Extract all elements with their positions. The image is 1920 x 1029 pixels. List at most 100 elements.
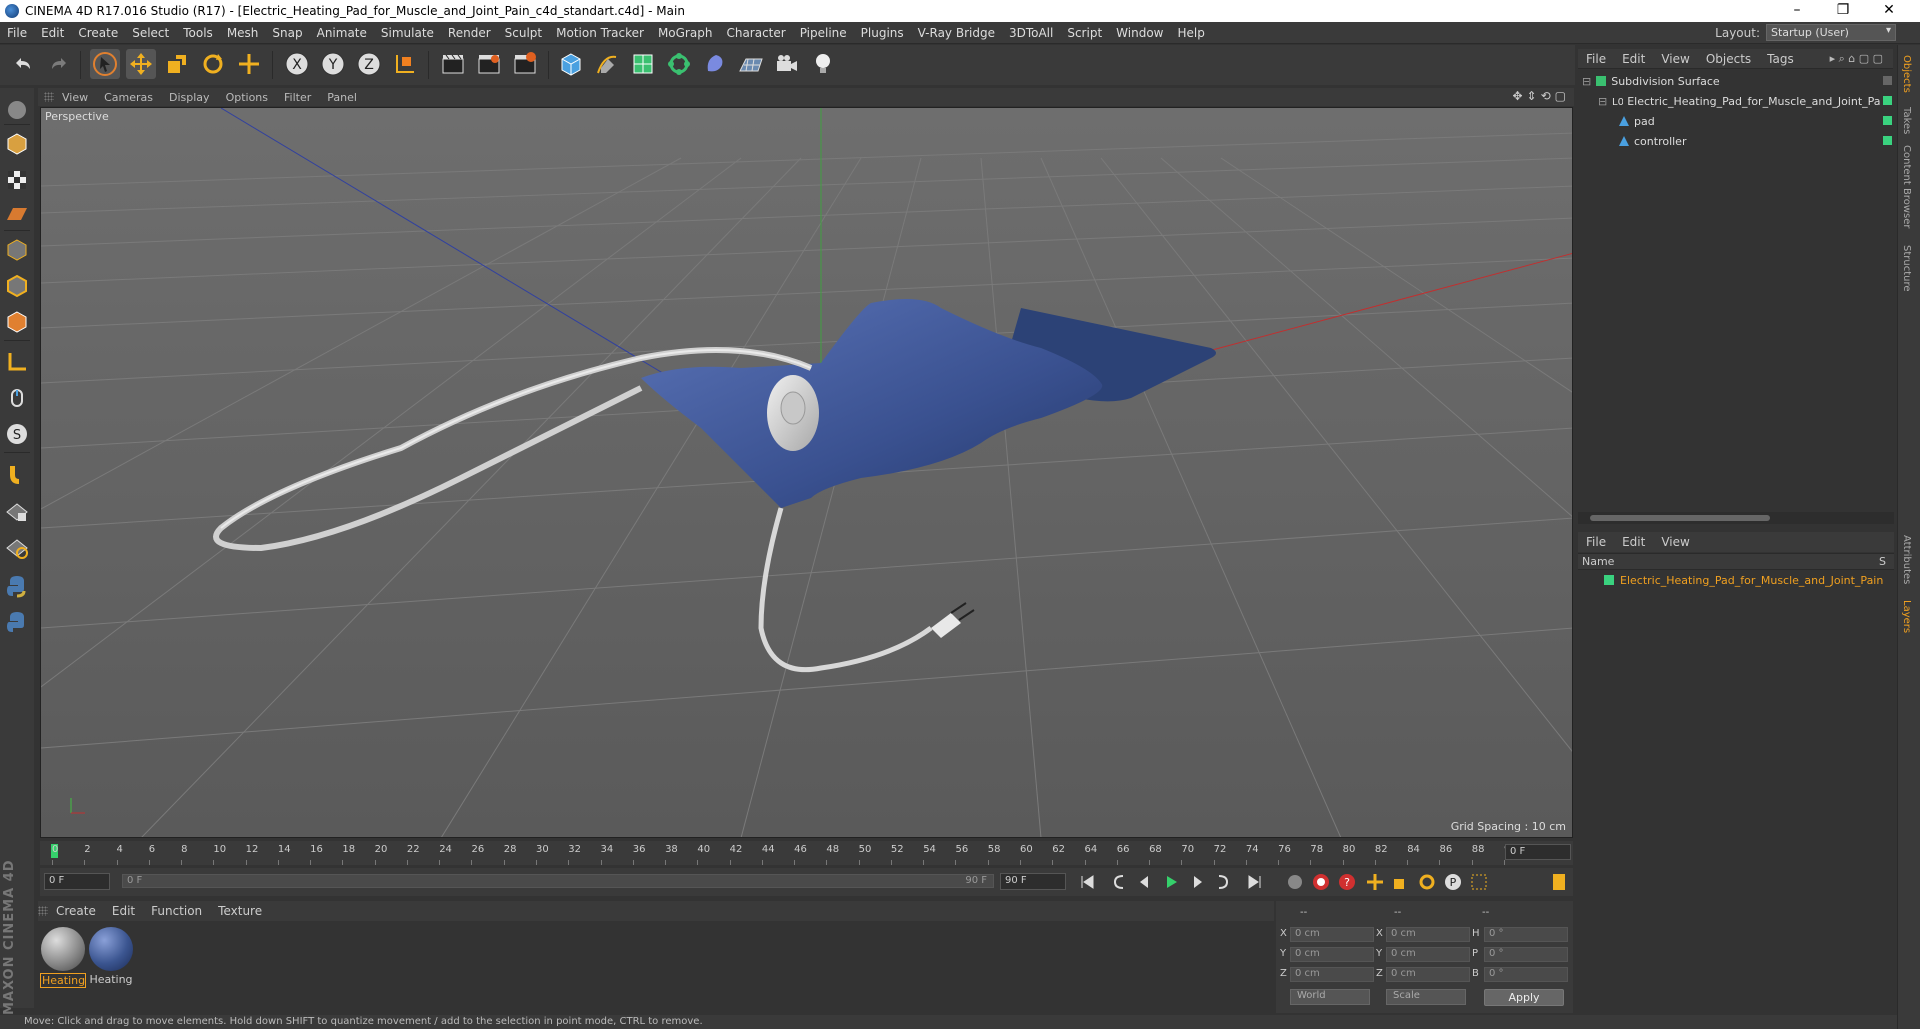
layer-color-flag[interactable] bbox=[1883, 116, 1892, 125]
menu-help[interactable]: Help bbox=[1170, 26, 1211, 40]
lock-grid-icon[interactable] bbox=[3, 498, 31, 526]
menu-plugins[interactable]: Plugins bbox=[854, 26, 911, 40]
object-menu-view[interactable]: View bbox=[1653, 52, 1697, 66]
python-script-icon[interactable] bbox=[3, 608, 31, 636]
grid-tool-icon[interactable] bbox=[3, 534, 31, 562]
layer-menu-file[interactable]: File bbox=[1578, 535, 1614, 549]
go-to-end-icon[interactable] bbox=[1244, 871, 1266, 893]
size-z-field[interactable]: 0 cm bbox=[1386, 967, 1470, 982]
dolly-icon[interactable]: ⇕ bbox=[1527, 89, 1537, 103]
layer-color-flag[interactable] bbox=[1883, 96, 1892, 105]
coord-scale-dropdown[interactable]: Scale bbox=[1386, 989, 1466, 1005]
menu-simulate[interactable]: Simulate bbox=[374, 26, 441, 40]
menu-file[interactable]: File bbox=[0, 26, 34, 40]
viewport-menu-display[interactable]: Display bbox=[161, 91, 218, 104]
frame-range-slider[interactable]: 0 F 90 F bbox=[122, 874, 994, 888]
material-menu-function[interactable]: Function bbox=[143, 904, 210, 918]
select-arrow-icon[interactable] bbox=[90, 49, 120, 79]
menu-edit[interactable]: Edit bbox=[34, 26, 71, 40]
tree-row-subdivision[interactable]: ⊟ Subdivision Surface bbox=[1582, 72, 1720, 90]
object-menu-edit[interactable]: Edit bbox=[1614, 52, 1653, 66]
pos-z-field[interactable]: 0 cm bbox=[1290, 967, 1374, 982]
object-menu-objects[interactable]: Objects bbox=[1698, 52, 1759, 66]
material-swatch[interactable]: Heating bbox=[40, 926, 86, 988]
tab-content-browser[interactable]: Content Browser bbox=[1901, 145, 1912, 228]
record-keys-icon[interactable] bbox=[1310, 871, 1332, 893]
camera-icon[interactable] bbox=[772, 49, 802, 79]
rot-p-field[interactable]: 0 ° bbox=[1484, 947, 1568, 962]
tab-objects[interactable]: Objects bbox=[1901, 55, 1912, 93]
light-icon[interactable] bbox=[808, 49, 838, 79]
menu-sculpt[interactable]: Sculpt bbox=[498, 26, 549, 40]
menu-create[interactable]: Create bbox=[71, 26, 125, 40]
close-button[interactable]: ✕ bbox=[1866, 0, 1912, 22]
python-icon[interactable] bbox=[3, 572, 31, 600]
layer-menu-edit[interactable]: Edit bbox=[1614, 535, 1653, 549]
cube-primitive-icon[interactable] bbox=[556, 49, 586, 79]
redo-icon[interactable] bbox=[44, 49, 74, 79]
menu-pipeline[interactable]: Pipeline bbox=[793, 26, 854, 40]
viewport-menu-cameras[interactable]: Cameras bbox=[96, 91, 161, 104]
object-search-icons[interactable]: ▸ ⌕ ⌂ ▢ ▢ bbox=[1830, 52, 1883, 66]
model-mode-icon[interactable] bbox=[3, 130, 31, 158]
key-position-icon[interactable] bbox=[1364, 871, 1386, 893]
material-menu-texture[interactable]: Texture bbox=[210, 904, 270, 918]
material-panel-handle-icon[interactable] bbox=[38, 906, 48, 916]
restore-button[interactable]: ❐ bbox=[1820, 0, 1866, 22]
menu-window[interactable]: Window bbox=[1109, 26, 1170, 40]
render-view-icon[interactable] bbox=[438, 49, 468, 79]
points-mode-icon[interactable] bbox=[3, 236, 31, 264]
subdivision-icon[interactable] bbox=[628, 49, 658, 79]
coord-mode-dropdown[interactable]: World bbox=[1290, 989, 1370, 1005]
menu-mograph[interactable]: MoGraph bbox=[651, 26, 720, 40]
pan-icon[interactable]: ✥ bbox=[1512, 89, 1522, 103]
menu-motion-tracker[interactable]: Motion Tracker bbox=[549, 26, 651, 40]
pos-y-field[interactable]: 0 cm bbox=[1290, 947, 1374, 962]
3d-viewport[interactable]: Perspective Grid Spacing : 10 cm bbox=[40, 107, 1573, 838]
visibility-dot[interactable] bbox=[1883, 76, 1892, 85]
viewport-camera-label[interactable]: Perspective bbox=[45, 110, 109, 123]
magnet-icon[interactable] bbox=[3, 460, 31, 488]
orbit-icon[interactable]: ⟲ bbox=[1541, 89, 1551, 103]
previous-key-icon[interactable] bbox=[1108, 871, 1130, 893]
viewport-menu-view[interactable]: View bbox=[54, 91, 96, 104]
tab-structure[interactable]: Structure bbox=[1901, 245, 1912, 292]
floor-icon[interactable] bbox=[736, 49, 766, 79]
move-icon[interactable] bbox=[126, 49, 156, 79]
current-frame-field[interactable]: 0 F bbox=[1505, 844, 1571, 860]
layer-row[interactable]: Electric_Heating_Pad_for_Muscle_and_Join… bbox=[1578, 571, 1894, 589]
next-frame-icon[interactable] bbox=[1186, 871, 1208, 893]
object-menu-file[interactable]: File bbox=[1578, 52, 1614, 66]
viewport-menu-options[interactable]: Options bbox=[218, 91, 276, 104]
go-to-start-icon[interactable] bbox=[1076, 871, 1098, 893]
object-manager-scrollbar[interactable] bbox=[1578, 512, 1894, 524]
texture-mode-icon[interactable] bbox=[3, 166, 31, 194]
key-rotation-icon[interactable] bbox=[1416, 871, 1438, 893]
workplane-mode-icon[interactable] bbox=[3, 200, 31, 228]
timeline-ruler[interactable]: 0 2 4 6 8 10 12 14 16 18 20 22 24 26 28 30 32 34 36 38 40 42 4… bbox=[40, 841, 1573, 865]
polygons-mode-icon[interactable] bbox=[3, 308, 31, 336]
scale-icon[interactable] bbox=[162, 49, 192, 79]
motion-record-icon[interactable] bbox=[1284, 871, 1306, 893]
undo-icon[interactable] bbox=[8, 49, 38, 79]
start-frame-field[interactable]: 0 F bbox=[44, 873, 110, 890]
render-settings-icon[interactable] bbox=[510, 49, 540, 79]
menu-snap[interactable]: Snap bbox=[265, 26, 309, 40]
menu-character[interactable]: Character bbox=[719, 26, 792, 40]
viewport-menu-filter[interactable]: Filter bbox=[276, 91, 319, 104]
key-parameter-icon[interactable]: P bbox=[1442, 871, 1464, 893]
key-scale-icon[interactable] bbox=[1390, 871, 1412, 893]
material-menu-create[interactable]: Create bbox=[48, 904, 104, 918]
deformer-icon[interactable] bbox=[700, 49, 730, 79]
end-frame-field[interactable]: 90 F bbox=[1000, 873, 1066, 890]
menu-render[interactable]: Render bbox=[441, 26, 498, 40]
menu-script[interactable]: Script bbox=[1060, 26, 1109, 40]
maximize-viewport-icon[interactable]: ▢ bbox=[1555, 89, 1566, 103]
snap-icon[interactable]: S bbox=[3, 420, 31, 448]
rotate-icon[interactable] bbox=[198, 49, 228, 79]
tree-row-pad[interactable]: pad bbox=[1618, 112, 1655, 130]
edges-mode-icon[interactable] bbox=[3, 272, 31, 300]
tab-attributes[interactable]: Attributes bbox=[1901, 535, 1912, 584]
rot-h-field[interactable]: 0 ° bbox=[1484, 927, 1568, 942]
axis-mode-icon[interactable] bbox=[3, 348, 31, 376]
